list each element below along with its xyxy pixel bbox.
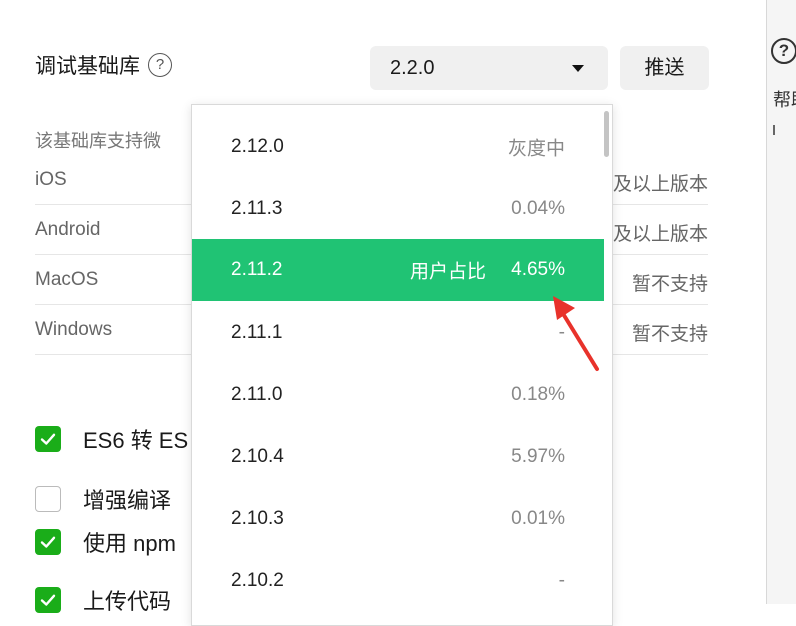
base-library-label-row: 调试基础库 ? xyxy=(35,50,172,80)
option-upload-code[interactable]: 上传代码 xyxy=(35,584,171,616)
platform-name: MacOS xyxy=(35,269,99,290)
version-option[interactable]: 2.10.3 0.01% xyxy=(192,488,604,550)
version-option[interactable]: 2.10.4 5.97% xyxy=(192,426,604,488)
base-library-label: 调试基础库 xyxy=(35,55,140,78)
option-label: 使用 npm xyxy=(83,531,176,556)
version-option[interactable]: 2.11.3 0.04% xyxy=(192,178,604,240)
support-description: 该基础库支持微 xyxy=(35,131,161,151)
version-number: 2.10.3 xyxy=(231,508,284,529)
option-label: 增强编译 xyxy=(83,488,172,513)
version-share: 5.97% xyxy=(511,446,565,467)
option-npm[interactable]: 使用 npm xyxy=(35,526,176,558)
option-label: 上传代码 xyxy=(83,589,172,614)
version-option[interactable]: 2.12.0 灰度中 xyxy=(192,116,604,178)
checkmark-icon xyxy=(40,433,56,445)
help-label[interactable]: 帮助 xyxy=(773,86,796,112)
version-share: 灰度中 xyxy=(507,138,565,160)
option-es6[interactable]: ES6 转 ES xyxy=(35,423,188,455)
right-side-panel: ? 帮助 xyxy=(766,0,796,604)
checkmark-icon xyxy=(40,536,56,548)
version-select[interactable]: 2.2.0 xyxy=(370,46,608,90)
version-option[interactable]: 2.11.0 0.18% xyxy=(192,364,604,426)
version-share: 0.04% xyxy=(511,198,565,219)
version-number: 2.11.3 xyxy=(231,198,283,219)
version-number: 2.11.0 xyxy=(231,384,283,405)
version-number: 2.10.4 xyxy=(231,446,284,467)
platform-name: iOS xyxy=(35,169,67,190)
push-button[interactable]: 推送 xyxy=(620,46,709,90)
checkbox-checked[interactable] xyxy=(35,529,61,555)
version-number: 2.11.2 xyxy=(231,259,283,280)
dropdown-scrollbar[interactable] xyxy=(604,111,609,157)
caret-down-icon xyxy=(572,64,584,72)
platform-name: Android xyxy=(35,219,101,240)
version-share: - xyxy=(558,570,565,591)
version-option[interactable]: 2.11.1 - xyxy=(192,302,604,364)
checkmark-icon xyxy=(40,594,56,606)
checkbox-checked[interactable] xyxy=(35,426,61,452)
version-option[interactable]: 2.10.2 - xyxy=(192,550,604,612)
question-circle-icon[interactable]: ? xyxy=(148,53,172,77)
selected-version: 2.2.0 xyxy=(390,56,435,79)
annotation-arrow-icon xyxy=(553,296,599,371)
platform-value: 暂不支持 xyxy=(631,324,708,345)
platform-name: Windows xyxy=(35,319,113,340)
question-circle-icon[interactable]: ? xyxy=(771,38,796,64)
version-share: 0.01% xyxy=(511,508,565,529)
version-number: 2.10.2 xyxy=(231,570,284,591)
divider xyxy=(773,125,781,135)
checkbox-unchecked[interactable] xyxy=(35,486,61,512)
user-share-label: 用户占比 xyxy=(409,261,486,283)
platform-value: 及以上版本 xyxy=(612,174,708,195)
option-enhanced-compile[interactable]: 增强编译 xyxy=(35,483,171,515)
version-number: 2.11.1 xyxy=(231,322,283,343)
option-label: ES6 转 ES xyxy=(83,428,189,453)
platform-value: 及以上版本 xyxy=(612,224,708,245)
version-share: 4.65% xyxy=(511,259,565,280)
version-number: 2.12.0 xyxy=(231,136,284,157)
version-option-selected[interactable]: 2.11.2 用户占比 4.65% xyxy=(192,239,604,301)
checkbox-checked[interactable] xyxy=(35,587,61,613)
version-share: 0.18% xyxy=(511,384,565,405)
platform-value: 暂不支持 xyxy=(631,274,708,295)
